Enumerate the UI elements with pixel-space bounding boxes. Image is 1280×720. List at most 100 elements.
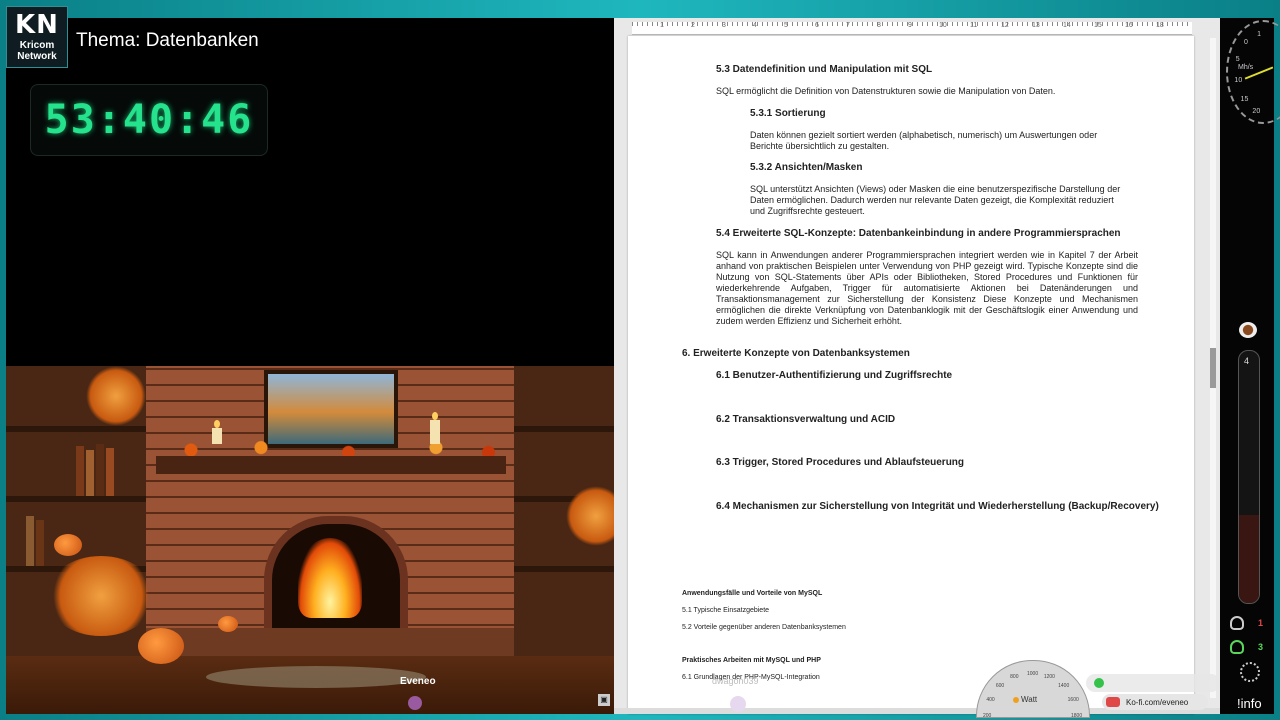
heading-5-3: 5.3 Datendefinition und Manipulation mit… (716, 64, 933, 75)
ruler-tick (757, 22, 758, 26)
countdown-timer: 53:40:46 (30, 84, 268, 156)
ruler-tick (992, 22, 993, 26)
ruler-tick (1017, 22, 1018, 26)
viewer-count-b: 3 (1258, 642, 1264, 652)
note-heading-php: Praktisches Arbeiten mit MySQL und PHP (682, 657, 821, 664)
ruler-number: 3 (722, 22, 726, 29)
ruler-tick (1152, 22, 1153, 26)
ruler-tick (1112, 22, 1113, 26)
ruler-tick (1142, 22, 1143, 26)
ruler-tick (1022, 22, 1023, 26)
pumpkin (138, 628, 184, 664)
kricom-network-logo: KN Kricom Network (6, 6, 68, 68)
watt-indicator (1013, 697, 1019, 703)
follower-icon (1230, 640, 1244, 654)
ruler-number: 11 (970, 22, 978, 29)
pumpkin (54, 534, 82, 556)
ruler-tick (937, 22, 938, 26)
ruler-number: 8 (877, 22, 881, 29)
gauge-tick-label: 10 (1234, 76, 1243, 84)
ruler-tick (737, 22, 738, 26)
ruler-tick (1137, 22, 1138, 26)
autumn-lake-painting (264, 370, 398, 448)
ruler-tick (802, 22, 803, 26)
gauge-tick-label: 0 (1244, 39, 1248, 47)
heading-6-4: 6.4 Mechanismen zur Sicherstellung von I… (716, 501, 1159, 512)
fire-flames (298, 538, 362, 618)
fireplace-scene-image: Eveneo ▣ (6, 366, 614, 714)
ruler-number: 7 (846, 22, 850, 29)
ruler-tick (1187, 22, 1188, 26)
ruler-number: 16 (1125, 22, 1133, 29)
paragraph-5-3: SQL ermöglicht die Definition von Datens… (716, 86, 1056, 96)
gauge-tick-label: 5 (1235, 56, 1240, 64)
stream-theme-title: Thema: Datenbanken (76, 30, 259, 51)
ruler-tick (912, 22, 913, 26)
heading-6: 6. Erweiterte Konzepte von Datenbanksyst… (682, 348, 910, 359)
scrollbar-thumb[interactable] (1210, 348, 1216, 388)
ruler-tick (1092, 22, 1093, 26)
ruler-tick (872, 22, 873, 26)
document-page[interactable]: 5.3 Datendefinition und Manipulation mit… (628, 36, 1194, 714)
gauge-tick-label: 20 (1252, 107, 1261, 115)
ruler-tick (897, 22, 898, 26)
ruler-tick (1172, 22, 1173, 26)
kofi-link[interactable]: Ko-fi.com/eveneo (1102, 694, 1208, 710)
ruler-tick (837, 22, 838, 26)
avatar-orb (408, 696, 422, 710)
ruler-tick (1182, 22, 1183, 26)
sparkle-icon (1240, 662, 1260, 682)
ruler-tick (732, 22, 733, 26)
gauge-unit: Mh/s (1238, 64, 1254, 71)
ruler-tick (1082, 22, 1083, 26)
ruler-tick (747, 22, 748, 26)
ruler-tick (657, 22, 658, 26)
ruler-tick (677, 22, 678, 26)
ruler-tick (632, 22, 633, 26)
ruler-tick (987, 22, 988, 26)
paragraph-5-3-1: Daten können gezielt sortiert werden (al… (750, 130, 1098, 151)
ruler-tick (1147, 22, 1148, 26)
ruler-tick (717, 22, 718, 26)
ruler-tick (807, 22, 808, 26)
ruler-tick (902, 22, 903, 26)
watt-scale-label: 200 (983, 713, 992, 719)
ruler-tick (957, 22, 958, 26)
note-item-5-1: 5.1 Typische Einsatzgebiete (682, 607, 770, 614)
ghost-orb (730, 696, 746, 712)
ruler-tick (952, 22, 953, 26)
kofi-label: Ko-fi.com/eveneo (1126, 697, 1189, 707)
note-item-5-2: 5.2 Vorteile gegenüber anderen Datenbank… (682, 624, 846, 631)
ruler-number: 4 (753, 22, 757, 29)
ruler[interactable]: 1 2 3 4 5 6 7 8 9 10 11 12 13 14 15 16 18 (632, 22, 1192, 35)
word-processor-window[interactable]: 1 2 3 4 5 6 7 8 9 10 11 12 13 14 15 16 18 5.3 Datendefin… (614, 18, 1220, 714)
ruler-number: 15 (1094, 22, 1102, 29)
kofi-cup-icon (1106, 697, 1120, 707)
level-tube (1238, 350, 1260, 604)
ruler-tick (642, 22, 643, 26)
ruler-tick (1047, 22, 1048, 26)
ruler-tick (702, 22, 703, 26)
ruler-tick (652, 22, 653, 26)
ruler-number: 18 (1156, 22, 1164, 29)
ruler-number: 1 (660, 22, 664, 29)
ruler-tick (857, 22, 858, 26)
ruler-tick (672, 22, 673, 26)
ruler-tick (637, 22, 638, 26)
watt-scale-label: 1200 (1043, 674, 1055, 681)
pumpkin (218, 616, 238, 632)
ruler-tick (997, 22, 998, 26)
ruler-tick (772, 22, 773, 26)
ruler-tick (947, 22, 948, 26)
heading-6-3: 6.3 Trigger, Stored Procedures und Ablau… (716, 457, 965, 468)
ruler-tick (782, 22, 783, 26)
watt-scale-label: 600 (995, 683, 1005, 690)
ruler-number: 2 (691, 22, 695, 29)
ruler-tick (667, 22, 668, 26)
viewer-count-a: 1 (1258, 618, 1264, 628)
ruler-tick (982, 22, 983, 26)
ruler-tick (742, 22, 743, 26)
ruler-tick (1087, 22, 1088, 26)
ruler-tick (812, 22, 813, 26)
ruler-tick (1057, 22, 1058, 26)
